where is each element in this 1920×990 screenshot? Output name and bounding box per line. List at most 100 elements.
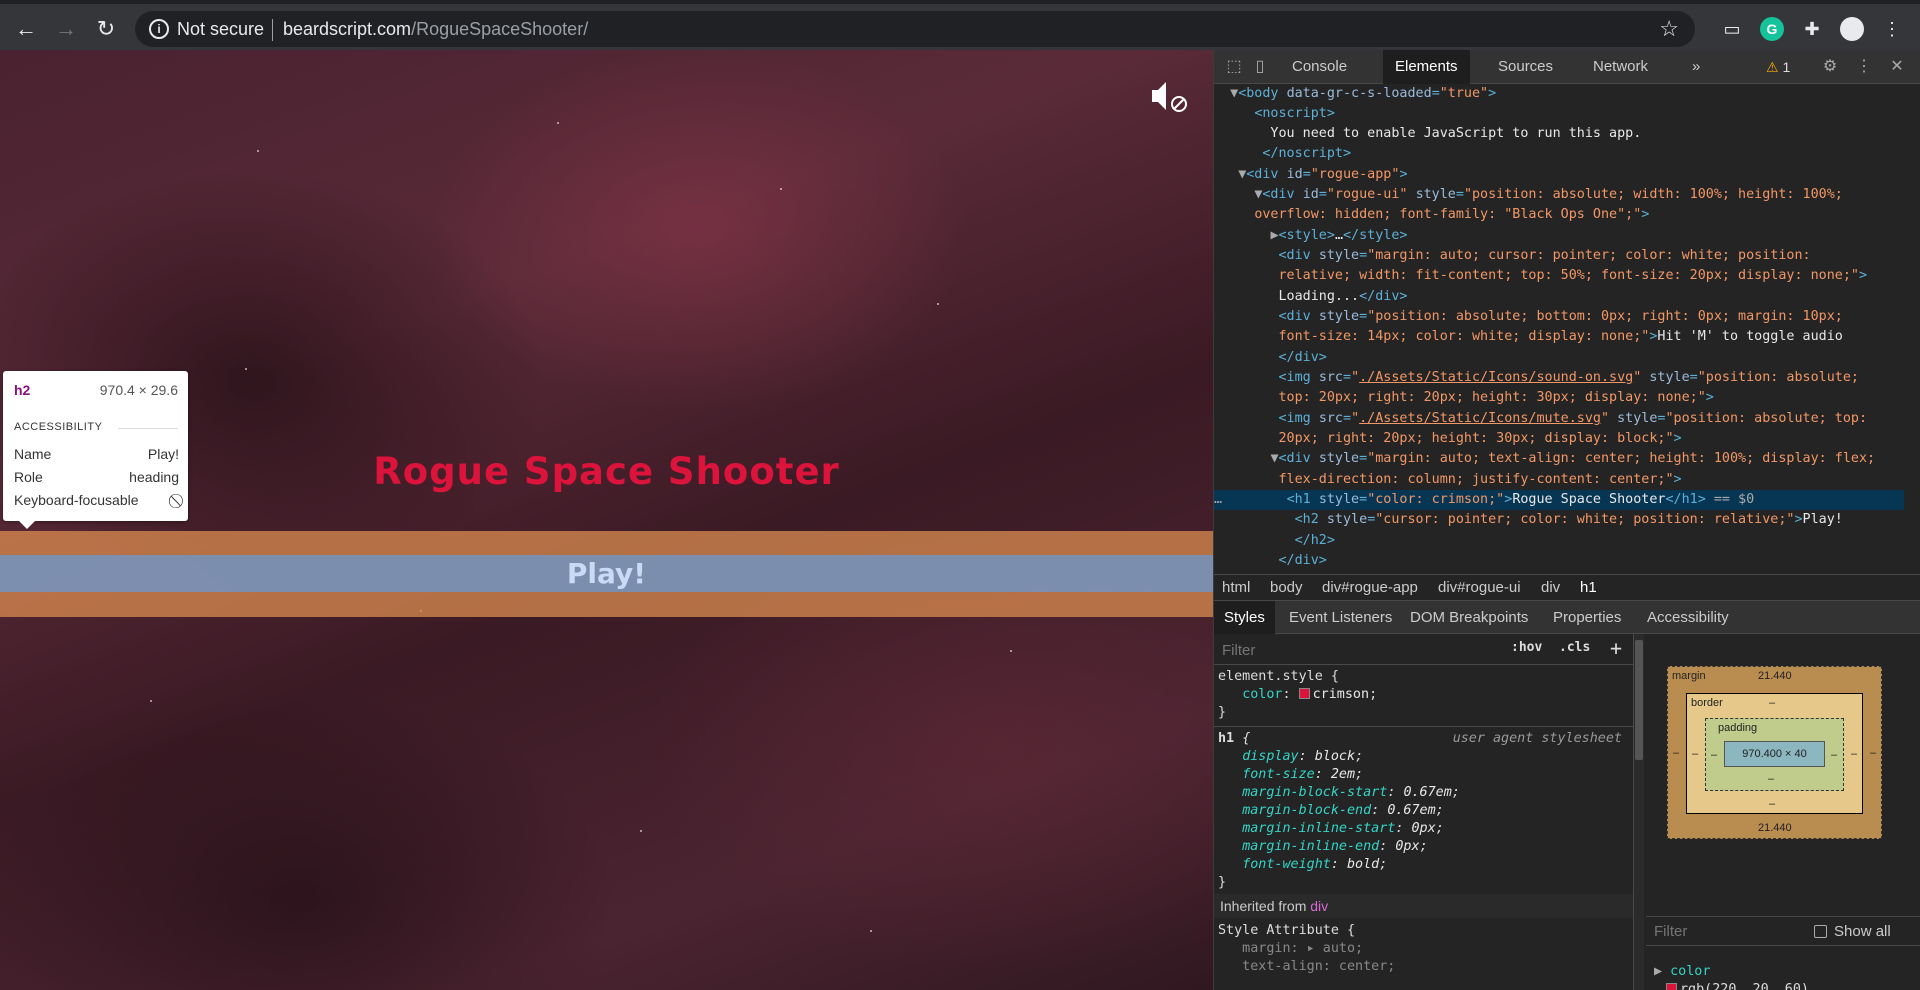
dom-node[interactable]: </h2>: [1214, 531, 1904, 551]
inherited-tag[interactable]: div: [1310, 898, 1328, 914]
star: [937, 303, 939, 305]
dom-node[interactable]: </noscript>: [1214, 144, 1904, 164]
star: [1010, 650, 1012, 652]
dom-node[interactable]: ▶<style>…</style>: [1214, 226, 1904, 246]
back-icon[interactable]: ←: [12, 15, 40, 43]
tab-properties[interactable]: Properties: [1543, 601, 1631, 634]
dom-node[interactable]: </div>: [1214, 348, 1904, 368]
dom-node[interactable]: 20px; right: 20px; height: 30px; display…: [1214, 429, 1904, 449]
tab-accessibility[interactable]: Accessibility: [1637, 601, 1739, 634]
grammarly-icon[interactable]: G: [1760, 17, 1784, 41]
scrollbar-thumb[interactable]: [1635, 640, 1643, 760]
hov-toggle[interactable]: :hov: [1511, 640, 1542, 655]
ua-stylesheet-label[interactable]: user agent stylesheet: [1453, 730, 1622, 748]
dom-node[interactable]: top: 20px; right: 20px; height: 30px; di…: [1214, 388, 1904, 408]
dom-node[interactable]: flex-direction: column; justify-content:…: [1214, 470, 1904, 490]
dom-node[interactable]: <img src="./Assets/Static/Icons/mute.svg…: [1214, 409, 1904, 429]
mute-icon[interactable]: [1150, 80, 1188, 114]
dom-node[interactable]: ▼<div id="rogue-app">: [1214, 165, 1904, 185]
breadcrumb-h1[interactable]: h1: [1580, 575, 1597, 600]
info-icon[interactable]: i: [149, 19, 169, 39]
computed-filter-row: Show all: [1646, 916, 1920, 946]
dom-node[interactable]: font-size: 14px; color: white; display: …: [1214, 327, 1904, 347]
more-tabs-icon[interactable]: »: [1680, 50, 1712, 84]
star: [245, 368, 247, 370]
styles-pane: :hov .cls + element.style { color: crims…: [1214, 634, 1634, 990]
new-rule-button[interactable]: +: [1610, 636, 1622, 660]
styles-filter-input[interactable]: [1222, 640, 1502, 660]
breadcrumb-rogue-ui[interactable]: div#rogue-ui: [1438, 575, 1521, 600]
style-declaration: margin-block-start: 0.67em;: [1242, 785, 1460, 800]
kebab-menu-icon[interactable]: ⋮: [1880, 17, 1904, 41]
color-swatch[interactable]: [1298, 688, 1310, 699]
color-swatch: [1666, 983, 1677, 990]
box-model-border: border – – – – padding – – – 970.400 × 4…: [1686, 693, 1863, 814]
star: [257, 150, 259, 152]
dom-node-selected[interactable]: … <h1 style="color: crimson;">Rogue Spac…: [1214, 490, 1904, 511]
style-declaration: display: block;: [1242, 749, 1364, 764]
extensions-puzzle-icon[interactable]: ✚: [1800, 17, 1824, 41]
style-rule-close: }: [1218, 875, 1227, 890]
forward-icon[interactable]: →: [52, 15, 80, 43]
tooltip-value: heading: [129, 469, 179, 485]
computed-prop[interactable]: ▶ color: [1654, 963, 1710, 981]
dom-node[interactable]: <noscript>: [1214, 104, 1904, 124]
breadcrumb-div[interactable]: div: [1541, 575, 1560, 600]
star: [640, 830, 642, 832]
tab-styles[interactable]: Styles: [1214, 601, 1275, 634]
devtools-menu-icon[interactable]: ⋮: [1854, 58, 1874, 76]
style-rule-selector: Style Attribute {: [1218, 923, 1356, 938]
bookmark-star-icon[interactable]: ☆: [1659, 16, 1679, 42]
inherited-header: Inherited from div: [1214, 894, 1633, 918]
dom-node[interactable]: </div>: [1214, 551, 1904, 571]
tab-network[interactable]: Network: [1581, 50, 1660, 84]
styles-scrollbar[interactable]: [1634, 634, 1644, 990]
breadcrumb-rogue-app[interactable]: div#rogue-app: [1322, 575, 1418, 600]
close-devtools-icon[interactable]: ✕: [1887, 58, 1907, 76]
inspect-element-icon[interactable]: ⬚: [1224, 58, 1244, 76]
show-all-checkbox[interactable]: [1814, 925, 1827, 938]
dom-node[interactable]: ▼<div id="rogue-ui" style="position: abs…: [1214, 185, 1904, 205]
dom-node[interactable]: <div style="position: absolute; bottom: …: [1214, 307, 1904, 327]
breadcrumb-body[interactable]: body: [1270, 575, 1303, 600]
cast-icon[interactable]: ▭: [1720, 17, 1744, 41]
url-separator: [272, 19, 273, 41]
dom-node[interactable]: You need to enable JavaScript to run thi…: [1214, 124, 1904, 144]
tab-console[interactable]: Console: [1280, 50, 1359, 84]
divider: [1214, 726, 1633, 727]
tab-elements[interactable]: Elements: [1383, 50, 1470, 84]
style-declaration: font-size: 2em;: [1242, 767, 1364, 782]
play-button[interactable]: Play!: [0, 555, 1213, 592]
devtools-panel: ⬚ ▯ Console Elements Sources Network » ⚠…: [1213, 50, 1920, 990]
style-declaration[interactable]: color: crimson;: [1218, 686, 1628, 704]
profile-avatar[interactable]: [1840, 17, 1864, 41]
tooltip-section: ACCESSIBILITY: [14, 421, 103, 433]
tab-sources[interactable]: Sources: [1486, 50, 1565, 84]
dom-node[interactable]: <img src="./Assets/Static/Icons/sound-on…: [1214, 368, 1904, 388]
tab-dom-breakpoints[interactable]: DOM Breakpoints: [1400, 601, 1538, 634]
box-model-margin-left: –: [1673, 747, 1680, 759]
style-rule-selector: h1 {user agent stylesheet: [1218, 730, 1622, 748]
box-model-diagram: margin 21.440 21.440 – – border – – – – …: [1667, 666, 1882, 839]
dom-node[interactable]: ▼<body data-gr-c-s-loaded="true">: [1214, 84, 1904, 104]
cls-toggle[interactable]: .cls: [1559, 640, 1590, 655]
warnings-badge[interactable]: ⚠ 1: [1766, 50, 1790, 84]
device-toolbar-icon[interactable]: ▯: [1250, 58, 1270, 76]
dom-node[interactable]: overflow: hidden; font-family: "Black Op…: [1214, 205, 1904, 225]
dom-tree[interactable]: ▼<body data-gr-c-s-loaded="true"> <noscr…: [1214, 84, 1920, 574]
box-model-padding: padding – – – 970.400 × 40: [1705, 718, 1844, 791]
dom-node[interactable]: relative; width: fit-content; top: 50%; …: [1214, 266, 1904, 286]
dom-node[interactable]: Loading...</div>: [1214, 287, 1904, 307]
tooltip-row-role: Role heading: [14, 469, 179, 485]
box-model-border-left: –: [1692, 748, 1699, 760]
dom-node[interactable]: ▼<div style="margin: auto; text-align: c…: [1214, 449, 1904, 469]
address-bar[interactable]: i Not secure beardscript.com/RogueSpaceS…: [135, 11, 1695, 47]
tab-event-listeners[interactable]: Event Listeners: [1279, 601, 1402, 634]
star: [780, 188, 782, 190]
dom-node[interactable]: <h2 style="cursor: pointer; color: white…: [1214, 510, 1904, 530]
settings-gear-icon[interactable]: ⚙: [1820, 58, 1840, 76]
computed-filter-input[interactable]: [1654, 923, 1794, 940]
breadcrumb-html[interactable]: html: [1222, 575, 1250, 600]
reload-icon[interactable]: ↻: [92, 15, 120, 43]
dom-node[interactable]: <div style="margin: auto; cursor: pointe…: [1214, 246, 1904, 266]
